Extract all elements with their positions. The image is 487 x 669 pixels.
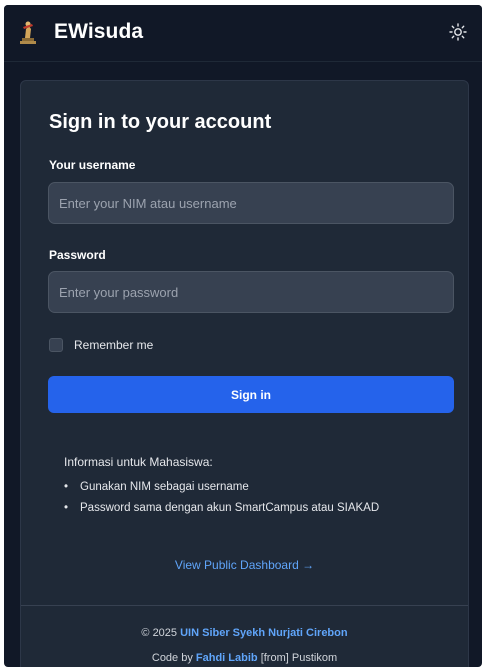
remember-me-checkbox[interactable]: [49, 338, 63, 352]
card-footer: © 2025 UIN Siber Syekh Nurjati Cirebon C…: [21, 605, 468, 667]
code-by-text: Code by: [151, 652, 196, 664]
theme-toggle-button[interactable]: [446, 20, 470, 44]
username-label: Your username: [49, 158, 136, 172]
login-title: Sign in to your account: [49, 111, 272, 133]
credits-line: Code by Fahdi Labib [from] Pustikom: [21, 652, 468, 664]
password-label: Password: [49, 248, 106, 262]
remember-me-label[interactable]: Remember me: [74, 338, 153, 352]
credits-suffix-text: [from] Pustikom: [257, 652, 338, 664]
password-input[interactable]: [48, 271, 454, 313]
author-link[interactable]: Fahdi Labib: [196, 652, 258, 664]
graduation-logo-icon[interactable]: [18, 20, 38, 46]
copyright-line: © 2025 UIN Siber Syekh Nurjati Cirebon: [21, 627, 468, 639]
info-item: Password sama dengan akun SmartCampus at…: [64, 501, 379, 522]
login-card: Sign in to your account Your username Pa…: [20, 80, 469, 667]
info-list: Gunakan NIM sebagai username Password sa…: [64, 480, 379, 522]
remember-me-row[interactable]: Remember me: [49, 338, 153, 352]
copyright-text: © 2025: [141, 627, 181, 639]
top-navbar: EWisuda: [4, 5, 482, 62]
institution-link[interactable]: UIN Siber Syekh Nurjati Cirebon: [180, 627, 347, 639]
brand-title[interactable]: EWisuda: [54, 20, 143, 44]
username-input[interactable]: [48, 182, 454, 224]
info-title: Informasi untuk Mahasiswa:: [64, 455, 213, 469]
sign-in-button[interactable]: Sign in: [48, 376, 454, 413]
sun-icon: [449, 23, 467, 41]
info-item: Gunakan NIM sebagai username: [64, 480, 379, 501]
view-public-dashboard-link[interactable]: View Public Dashboard →: [21, 558, 468, 572]
app-frame: EWisuda Sign in to your account Your use…: [4, 5, 482, 667]
